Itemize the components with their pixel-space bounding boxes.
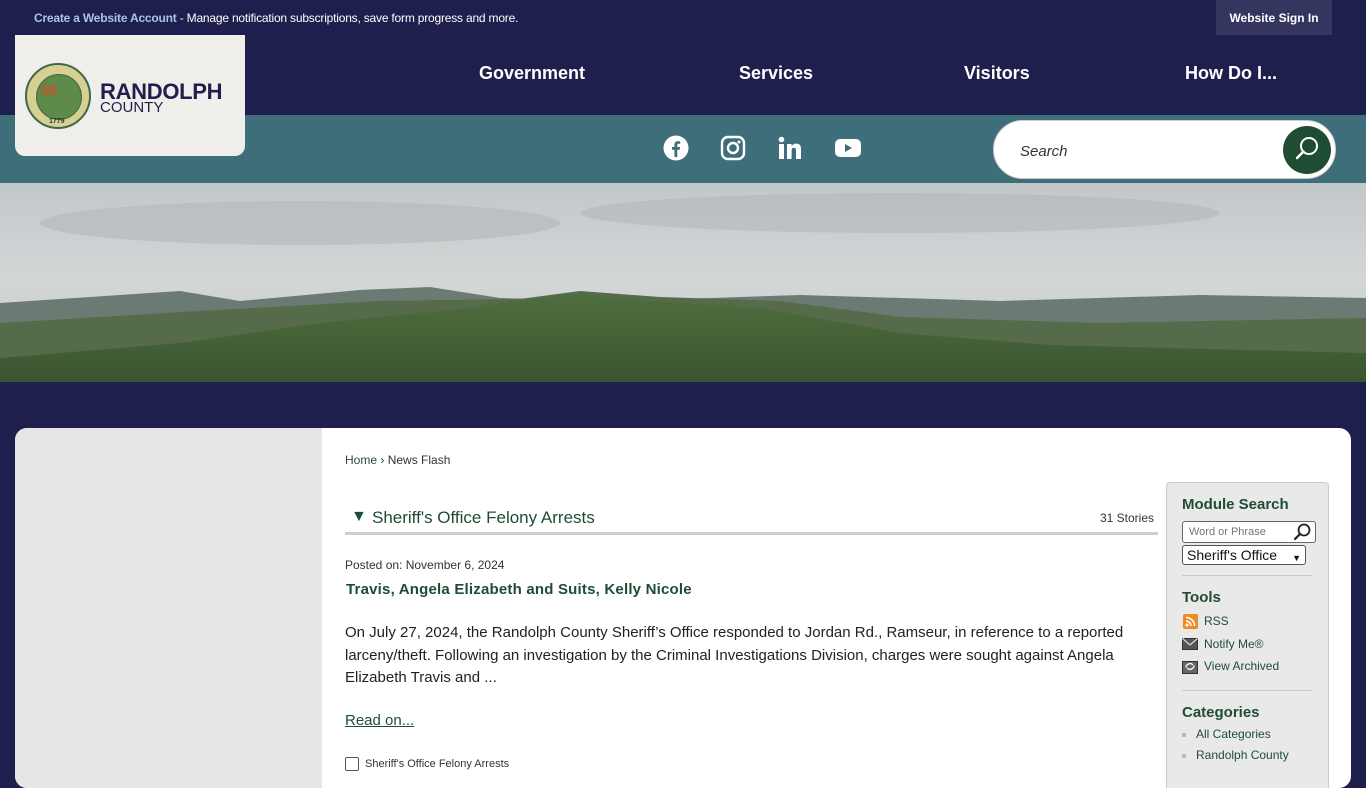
create-account-link[interactable]: Create a Website Account [34,11,177,25]
nav-visitors[interactable]: Visitors [964,63,1030,84]
tool-notify-me[interactable]: Notify Me® [1182,637,1264,651]
category-select[interactable]: Sheriff's Office ▼ [1182,545,1306,565]
county-seal: 1779 [25,63,91,129]
story-count: 31 Stories [1099,511,1154,525]
rss-icon [1182,613,1198,629]
logo-subtitle: COUNTY [100,99,164,116]
module-search-heading: Module Search [1182,496,1289,513]
tool-notify-me-label: Notify Me® [1204,637,1264,651]
seal-year: 1779 [49,118,65,125]
bullet [1182,753,1186,758]
top-bar: Create a Website Account - Manage notifi… [0,0,1366,35]
tools-heading: Tools [1182,589,1221,606]
account-banner: Create a Website Account - Manage notifi… [34,11,518,25]
tool-rss[interactable]: RSS [1182,613,1229,629]
search-input[interactable] [1018,139,1272,163]
categories-heading: Categories [1182,704,1260,721]
facebook-icon[interactable] [661,133,691,163]
tool-view-archived-label: View Archived [1204,659,1280,673]
site-search [993,120,1336,179]
left-column [15,428,322,788]
category-link-label: Randolph County [1196,748,1289,762]
hero-banner [0,183,1366,382]
breadcrumb-home[interactable]: Home [345,453,377,467]
module-search-input[interactable] [1187,525,1291,539]
bullet [1182,732,1186,737]
content-card: Home › News Flash ▼ Sheriff's Office Fel… [15,428,1351,788]
module-search-field [1182,521,1316,543]
youtube-icon[interactable] [833,133,863,163]
breadcrumb-current: News Flash [387,453,451,467]
category-link-label: All Categories [1196,727,1271,741]
category-link-randolph-county[interactable]: Randolph County [1182,748,1289,762]
linkedin-icon[interactable] [775,133,805,163]
nav-government[interactable]: Government [479,63,585,84]
module-sidebar: Module Search Sheriff's Office ▼ Tools R… [1166,482,1329,788]
category-checkbox[interactable] [345,757,359,771]
category-title: Sheriff's Office Felony Arrests [372,508,595,527]
module-search-icon[interactable] [1293,522,1313,547]
envelope-icon [1182,637,1198,651]
category-header[interactable]: ▼ Sheriff's Office Felony Arrests 31 Sto… [345,506,1158,535]
tool-view-archived[interactable]: View Archived [1182,659,1280,674]
divider [1182,575,1312,576]
site-logo[interactable]: 1779 RANDOLPH COUNTY [15,35,245,156]
posted-date: Posted on: November 6, 2024 [345,558,505,572]
breadcrumb-separator: › [380,453,385,467]
sign-in-button[interactable]: Website Sign In [1216,0,1332,35]
breadcrumb: Home › News Flash [345,453,450,467]
nav-services[interactable]: Services [739,63,813,84]
hero-landscape [0,183,1366,382]
category-checkbox-row[interactable]: Sheriff's Office Felony Arrests [345,757,509,771]
divider [1182,690,1312,691]
category-checkbox-label: Sheriff's Office Felony Arrests [365,757,510,770]
instagram-icon[interactable] [718,133,748,163]
story-title-link[interactable]: Travis, Angela Elizabeth and Suits, Kell… [346,581,692,598]
nav-how-do-i[interactable]: How Do I... [1185,63,1277,84]
read-on-link[interactable]: Read on... [345,712,414,729]
story-excerpt: On July 27, 2024, the Randolph County Sh… [345,624,1124,686]
search-icon [1294,135,1320,166]
archive-icon [1182,659,1198,674]
chevron-down-icon: ▼ [1292,553,1301,563]
account-banner-text: - Manage notification subscriptions, sav… [176,11,519,25]
search-button[interactable] [1283,126,1331,174]
tool-rss-label: RSS [1204,614,1229,628]
category-select-value: Sheriff's Office [1187,547,1278,563]
collapse-triangle-icon[interactable]: ▼ [351,508,367,526]
category-link-all[interactable]: All Categories [1182,727,1271,741]
